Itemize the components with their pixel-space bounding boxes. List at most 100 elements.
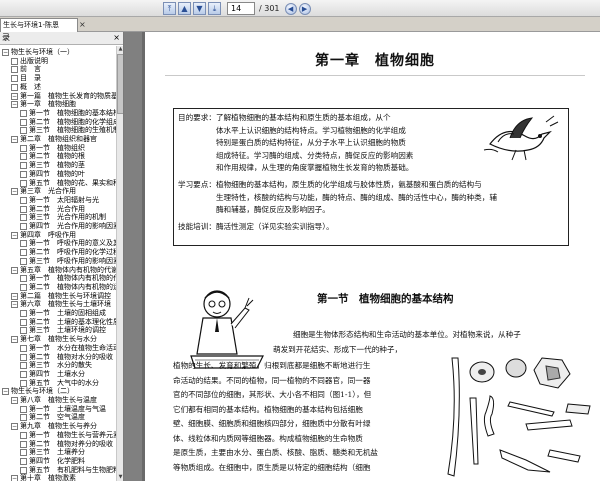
- document-page: 第一章 植物细胞 第一节 植物细胞的基本结构 目的要求：了解植物细胞的基本结构和…: [145, 32, 600, 481]
- body-text-line: 官的不同部位的细胞，其形状、大小各不相同（图1-1），但: [173, 390, 372, 399]
- document-tab[interactable]: 生长与环境1-陈恩: [0, 18, 78, 32]
- tree-expander-icon[interactable]: −: [11, 188, 18, 196]
- bookmark-label: 物生长与环境（一）: [11, 48, 74, 56]
- bookmark-label: 第三章 光合作用: [20, 187, 76, 196]
- requirements-line: 学习要点：植物细胞的基本结构，原生质的化学组成与胶体性质，氨基酸和蛋白质的结构与: [178, 180, 482, 189]
- tree-expander-icon[interactable]: −: [11, 292, 18, 300]
- scrollbar-thumb[interactable]: [117, 54, 123, 114]
- bookmark-label: 第二章 植物组织和器官: [20, 135, 97, 143]
- bookmark-page-icon: [20, 275, 27, 283]
- bookmark-label: 第一节 植物生长与营养元素: [29, 430, 116, 439]
- bookmark-page-icon: [20, 466, 27, 474]
- bookmark-page-icon: [20, 196, 27, 204]
- bookmark-tree: − 物生长与环境（一） 出版说明前 言目 录概 述 − 第一篇 植物生长发育的物质基础 −…: [0, 46, 116, 481]
- bookmark-label: 第八章 植物生长与温度: [20, 396, 97, 404]
- requirements-line: 特别是蛋白质的结构特征，从分子水平上认识细胞的物质: [178, 138, 406, 148]
- bookmark-page-icon: [20, 414, 27, 422]
- body-text-line: 体、线粒体和内质网等细胞器。构成植物细胞的生命物质: [173, 433, 363, 443]
- bookmark-label: 第一节 水分在植物生命活动中的作用: [29, 343, 116, 352]
- tree-expander-icon[interactable]: −: [11, 475, 18, 481]
- bookmark-page-icon: [20, 179, 27, 187]
- bookmark-page-icon: [20, 127, 27, 135]
- scroll-up-icon[interactable]: ▲: [117, 46, 123, 53]
- bookmark-page-icon: [20, 327, 27, 335]
- bookmark-label: 第四节 光合作用的影响因素: [29, 222, 116, 230]
- bookmark-page-icon: [11, 83, 18, 91]
- body-text-line: 植物的生长、发育和繁殖，归根到底都是细胞不断地进行生: [173, 361, 371, 370]
- bookmark-page-icon: [20, 109, 27, 117]
- prev-page-icon[interactable]: ▲: [178, 2, 191, 15]
- document-viewer[interactable]: 第一章 植物细胞 第一节 植物细胞的基本结构 目的要求：了解植物细胞的基本结构和…: [125, 32, 600, 481]
- chapter-divider: [165, 75, 585, 76]
- tree-expander-icon[interactable]: −: [11, 92, 18, 100]
- bookmark-label: 第一节 土壤的固相组成: [29, 309, 106, 317]
- sidebar-close-icon[interactable]: ×: [113, 32, 120, 44]
- bookmark-page-icon: [20, 379, 27, 387]
- bookmark-page-icon: [20, 449, 27, 457]
- last-page-icon[interactable]: ⤓: [208, 2, 221, 15]
- bookmark-label: 第十章 植物激素: [20, 474, 76, 481]
- bookmark-label: 第一节 植物细胞的基本结构: [29, 108, 116, 117]
- bookmark-label: 第六章 植物生长与土壤环境: [20, 300, 111, 309]
- bookmark-page-icon: [20, 118, 27, 126]
- bookmark-label: 第三节 光合作用的机制: [29, 213, 106, 222]
- bookmark-page-icon: [20, 223, 27, 230]
- tree-expander-icon[interactable]: −: [2, 49, 9, 56]
- bookmark-label: 第四节 化学肥料: [29, 456, 85, 465]
- bookmark-page-icon: [20, 205, 27, 213]
- bookmark-label: 物生长与环境（二）: [11, 387, 74, 396]
- bookmark-label: 第四节 植物的叶: [29, 169, 85, 178]
- body-text-line: 命活动的结果。不同的植物，同一植物的不同器官，同一器: [173, 375, 371, 385]
- bookmark-label: 第三节 水分的散失: [29, 361, 92, 370]
- requirements-line: 组成特征。学习酶的组成、分类特点，酶促反应的影响因素: [178, 150, 414, 160]
- tree-expander-icon[interactable]: −: [2, 388, 9, 396]
- page-nav-group: ⤒ ▲ ▼ ⤓ 14 / 301 ◀ ▶: [163, 1, 311, 16]
- tree-expander-icon[interactable]: −: [11, 266, 18, 274]
- scroll-down-icon[interactable]: ▼: [117, 474, 123, 481]
- bookmark-page-icon: [20, 170, 27, 178]
- tab-close-icon[interactable]: ×: [79, 20, 86, 29]
- bookmark-page-icon: [20, 457, 27, 465]
- next-page-icon[interactable]: ▼: [193, 2, 206, 15]
- bookmark-label: 第二节 呼吸作用的化学过程: [29, 248, 116, 257]
- requirements-line: 目的要求：了解植物细胞的基本结构和原生质的基本组成，从个: [178, 113, 391, 122]
- bookmark-page-icon: [20, 431, 27, 439]
- tree-expander-icon[interactable]: −: [11, 423, 18, 431]
- requirements-line: 生理特性，核酸的结构与功能，酶的特点、酶的组成、酶的活性中心，酶的种类，辅: [178, 192, 497, 202]
- go-forward-icon[interactable]: ▶: [298, 2, 311, 15]
- bookmark-label: 第九章 植物生长与养分: [20, 422, 97, 431]
- bookmark-page-icon: [20, 344, 27, 352]
- sidebar-scrollbar[interactable]: ▲ ▼: [116, 46, 123, 481]
- go-back-icon[interactable]: ◀: [284, 2, 297, 15]
- tree-expander-icon[interactable]: −: [11, 397, 18, 404]
- requirements-line: 体水平上认识细胞的结构特点。学习植物细胞的化学组成: [178, 125, 406, 135]
- requirements-line: 酶和辅基，酶促反应及影响因子。: [178, 205, 330, 215]
- body-text-line: 壁、细胞膜、细胞质和细胞核四部分，细胞质中分散有叶绿: [173, 419, 371, 428]
- tree-expander-icon[interactable]: −: [11, 101, 18, 109]
- bookmark-page-icon: [20, 240, 27, 248]
- tree-expander-icon[interactable]: −: [11, 336, 18, 344]
- bookmark-page-icon: [20, 405, 27, 413]
- section-title: 第一节 植物细胞的基本结构: [317, 293, 454, 305]
- bookmark-label: 第二节 植物体内有机物的运输: [29, 282, 116, 291]
- tree-expander-icon[interactable]: −: [11, 136, 18, 143]
- body-text-line: 萌发到开花结实、形成下一代的种子，: [273, 344, 403, 354]
- page-number-input[interactable]: 14: [227, 2, 255, 15]
- tree-expander-icon[interactable]: −: [11, 301, 18, 309]
- bookmark-label: 目 录: [20, 74, 41, 83]
- bookmark-label: 第一节 太阳辐射与光: [29, 195, 99, 204]
- body-text-line: 等物质组成。在细胞中，原生质是以特定的细胞结构（细胞: [173, 462, 371, 472]
- cartoon-bird-icon: [483, 115, 559, 161]
- bookmark-label: 前 言: [20, 65, 41, 74]
- bookmark-page-icon: [20, 144, 27, 152]
- first-page-icon[interactable]: ⤒: [163, 2, 176, 15]
- tree-expander-icon[interactable]: −: [11, 231, 18, 239]
- bookmark-page-icon: [20, 440, 27, 448]
- navigation-toolbar: ⤒ ▲ ▼ ⤓ 14 / 301 ◀ ▶: [0, 0, 600, 17]
- requirements-line: 技能培训：酶活性测定（详见实验实训指导）。: [178, 221, 334, 231]
- bookmark-page-icon: [20, 153, 27, 161]
- sidebar-title: 录: [2, 33, 10, 42]
- bookmark-page-icon: [20, 257, 27, 265]
- bookmark-page-icon: [20, 362, 27, 370]
- bookmark-label: 第三节 植物细胞的生殖机制: [29, 126, 116, 135]
